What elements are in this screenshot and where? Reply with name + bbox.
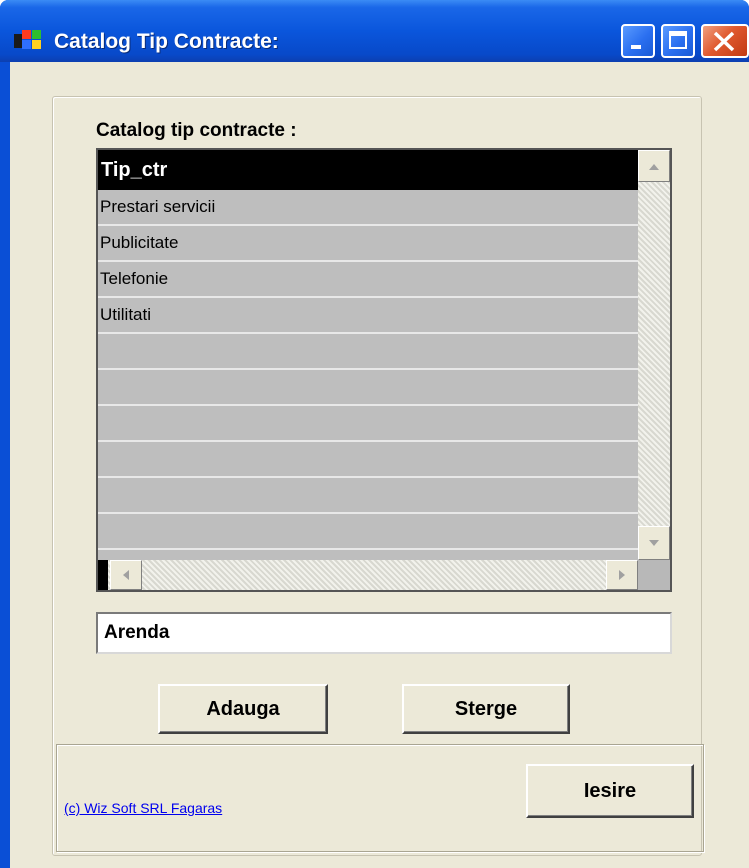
window-title: Catalog Tip Contracte: <box>54 30 279 53</box>
close-icon <box>713 31 735 52</box>
add-button[interactable]: Adauga <box>158 684 328 734</box>
app-window: Catalog Tip Contracte: Catalog tip contr… <box>0 0 749 868</box>
grid-row[interactable] <box>98 370 638 406</box>
horizontal-scrollbar[interactable] <box>98 560 638 590</box>
scroll-up-icon <box>649 164 659 170</box>
column-header-tip-ctr[interactable]: Tip_ctr <box>98 150 638 190</box>
vertical-scrollbar[interactable] <box>638 150 670 560</box>
delete-button[interactable]: Sterge <box>402 684 570 734</box>
maximize-button[interactable] <box>661 24 695 58</box>
catalog-grid[interactable]: Tip_ctr Prestari servicii Publicitate Te… <box>96 148 672 592</box>
close-button[interactable] <box>701 24 749 58</box>
scroll-right-icon <box>619 570 625 580</box>
scrollbar-corner <box>638 560 670 590</box>
catalog-label: Catalog tip contracte : <box>96 120 297 141</box>
grid-row[interactable] <box>98 442 638 478</box>
exit-button[interactable]: Iesire <box>526 764 694 818</box>
maximize-icon <box>669 31 687 49</box>
grid-row[interactable]: Publicitate <box>98 226 638 262</box>
grid-row[interactable] <box>98 514 638 550</box>
grid-rows: Prestari servicii Publicitate Telefonie … <box>98 190 638 586</box>
scroll-left-icon <box>123 570 129 580</box>
app-icon <box>14 30 41 49</box>
grid-row[interactable] <box>98 406 638 442</box>
credit-link[interactable]: (c) Wiz Soft SRL Fagaras <box>64 800 222 816</box>
minimize-icon <box>631 45 641 49</box>
minimize-button[interactable] <box>621 24 655 58</box>
grid-row[interactable] <box>98 334 638 370</box>
grid-row[interactable]: Telefonie <box>98 262 638 298</box>
scroll-down-icon <box>649 540 659 546</box>
grid-row[interactable]: Prestari servicii <box>98 190 638 226</box>
contract-type-input[interactable] <box>96 612 672 654</box>
grid-row[interactable] <box>98 478 638 514</box>
scroll-left-button[interactable] <box>110 560 142 590</box>
scroll-down-button[interactable] <box>638 526 670 560</box>
window-client-area: Catalog tip contracte : Tip_ctr Prestari… <box>10 62 749 868</box>
title-bar[interactable]: Catalog Tip Contracte: <box>0 0 749 62</box>
grid-corner-marker <box>98 560 108 590</box>
scroll-up-button[interactable] <box>638 150 670 182</box>
grid-row[interactable]: Utilitati <box>98 298 638 334</box>
scroll-right-button[interactable] <box>606 560 638 590</box>
